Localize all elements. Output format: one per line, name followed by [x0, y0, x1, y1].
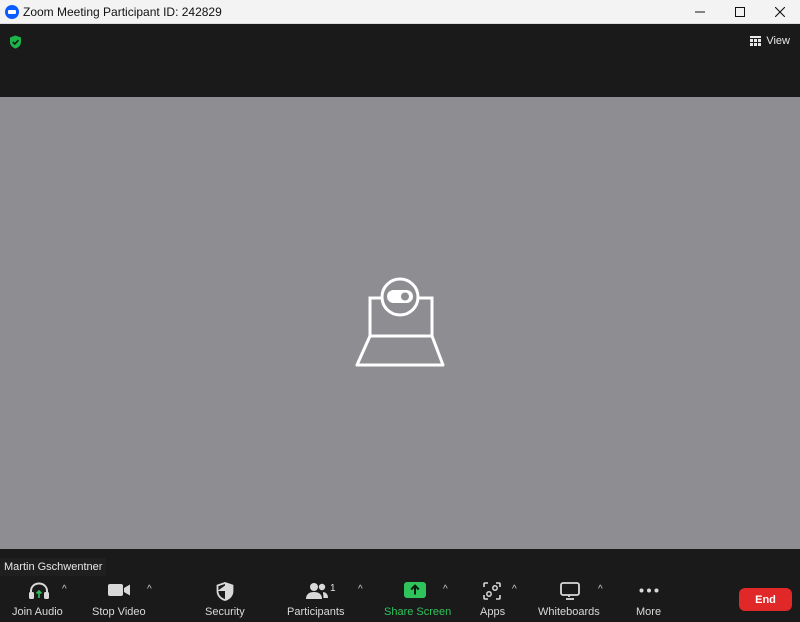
more-label: More: [636, 606, 662, 618]
share-screen-label: Share Screen: [384, 606, 452, 618]
participants-options-caret-icon[interactable]: ^: [358, 584, 363, 595]
security-label: Security: [205, 606, 245, 618]
participants-button[interactable]: 1 Participants: [285, 576, 349, 622]
stop-video-button[interactable]: Stop Video: [88, 576, 150, 622]
security-button[interactable]: Security: [200, 576, 250, 622]
video-options-caret-icon[interactable]: ^: [147, 584, 152, 595]
share-options-caret-icon[interactable]: ^: [443, 584, 448, 595]
close-button[interactable]: [760, 0, 800, 24]
zoom-meeting-window: Zoom Meeting Participant ID: 242829 View…: [0, 0, 800, 622]
shield-check-icon[interactable]: [9, 35, 22, 54]
participants-count: 1: [330, 583, 336, 594]
share-screen-icon: [404, 582, 426, 598]
participant-name-tag: Martin Gschwentner: [0, 558, 107, 576]
whiteboards-button[interactable]: Whiteboards: [536, 576, 604, 622]
headphones-icon: [29, 582, 49, 599]
audio-options-caret-icon[interactable]: ^: [62, 584, 67, 595]
join-audio-label: Join Audio: [12, 606, 63, 618]
join-audio-button[interactable]: Join Audio: [8, 576, 68, 622]
apps-button[interactable]: Apps: [476, 576, 510, 622]
maximize-icon: [735, 6, 745, 17]
maximize-button[interactable]: [720, 0, 760, 24]
minimize-icon: [695, 11, 705, 12]
title-bar: Zoom Meeting Participant ID: 242829: [0, 0, 800, 24]
participants-label: Participants: [287, 606, 345, 618]
whiteboard-icon: [560, 582, 580, 600]
zoom-logo-icon: [5, 4, 19, 19]
view-label: View: [766, 35, 790, 47]
more-dots-icon: [639, 588, 659, 593]
end-meeting-button[interactable]: End: [739, 588, 792, 611]
apps-options-caret-icon[interactable]: ^: [512, 584, 517, 595]
participants-icon: [306, 583, 328, 599]
window-title: Zoom Meeting Participant ID: 242829: [23, 4, 222, 19]
window-controls: [680, 0, 800, 24]
grid-view-icon: [750, 36, 762, 46]
camera-off-laptop-icon: [353, 276, 447, 375]
view-button[interactable]: View: [750, 32, 790, 50]
close-icon: [775, 6, 785, 17]
meeting-top-bar: View: [0, 24, 800, 97]
apps-icon: [483, 582, 501, 600]
minimize-button[interactable]: [680, 0, 720, 24]
apps-label: Apps: [480, 606, 506, 618]
video-camera-icon: [108, 584, 130, 596]
more-button[interactable]: More: [633, 576, 667, 622]
meeting-toolbar: Join Audio ^ Stop Video ^ Security 1 Par…: [0, 576, 800, 622]
whiteboards-options-caret-icon[interactable]: ^: [598, 584, 603, 595]
whiteboards-label: Whiteboards: [538, 606, 600, 618]
share-screen-button[interactable]: Share Screen: [380, 576, 452, 622]
stop-video-label: Stop Video: [92, 606, 146, 618]
shield-icon: [216, 582, 234, 601]
